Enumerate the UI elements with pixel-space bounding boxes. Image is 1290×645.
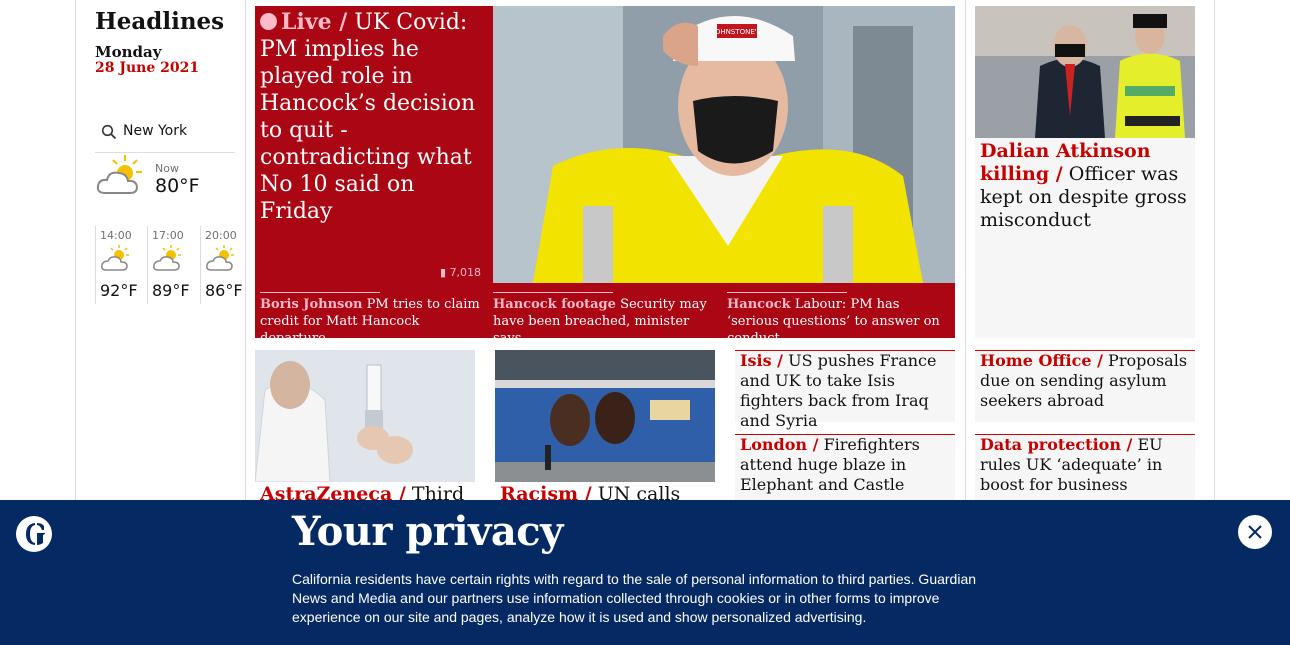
now-label: Now — [155, 162, 179, 175]
partly-cloudy-icon — [153, 245, 181, 271]
date-label: 28 June 2021 — [95, 60, 200, 76]
forecast-temperature: 92°F — [100, 281, 138, 300]
story-photo[interactable] — [975, 6, 1195, 138]
story-headline-link[interactable]: Racism / UN calls for — [500, 483, 710, 500]
comment-count[interactable]: ▮ 7,018 — [440, 266, 481, 279]
sub-headline-text: Hancock Labour: PM has ‘serious question… — [727, 296, 947, 347]
location-search[interactable]: New York — [95, 118, 235, 153]
forecast-time: 17:00 — [152, 229, 184, 242]
story-headline-link[interactable]: Isis / US pushes France and UK to take I… — [740, 351, 952, 431]
story-kicker: AstraZeneca / — [260, 483, 406, 500]
location-name[interactable]: New York — [123, 123, 187, 139]
story-kicker: London / — [740, 435, 819, 454]
forecast-temperature: 89°F — [152, 281, 190, 300]
close-icon — [1248, 525, 1262, 539]
hero-photo[interactable]: JOHNSTONE'S — [493, 6, 955, 283]
sub-headline-text: Boris Johnson PM tries to claim credit f… — [260, 296, 480, 347]
search-icon — [101, 124, 117, 140]
story-photo[interactable] — [255, 350, 475, 482]
story-kicker: Racism / — [500, 483, 592, 500]
forecast-item: 17:00 89°F — [147, 226, 198, 304]
story-kicker: Data protection / — [980, 435, 1133, 454]
close-button[interactable] — [1238, 515, 1272, 549]
sub-kicker: Hancock footage — [493, 297, 616, 312]
forecast-temperature: 86°F — [205, 281, 243, 300]
sub-headline-text: Hancock footage Security may have been b… — [493, 296, 713, 347]
comment-count-value: 7,018 — [449, 266, 482, 279]
sub-divider — [727, 292, 847, 293]
forecast-time: 20:00 — [205, 229, 237, 242]
forecast-time: 14:00 — [100, 229, 132, 242]
live-kicker: Live / — [281, 9, 348, 35]
privacy-banner: Your privacy California residents have c… — [0, 500, 1290, 645]
partly-cloudy-icon — [96, 155, 142, 194]
story-headline-link[interactable]: Dalian Atkinson killing / Officer was ke… — [980, 140, 1190, 232]
story-photo[interactable] — [495, 350, 715, 482]
story-headline-link[interactable]: AstraZeneca / Third — [260, 483, 470, 500]
now-temperature: 80°F — [155, 175, 200, 197]
story-headline-link[interactable]: London / Firefighters attend huge blaze … — [740, 435, 952, 495]
story-kicker: Home Office / — [980, 351, 1103, 370]
comment-icon: ▮ — [440, 266, 447, 279]
live-headline: UK Covid: PM implies he played role in H… — [260, 10, 476, 224]
forecast-item: 14:00 92°F — [95, 226, 146, 304]
live-headline-link[interactable]: Live / UK Covid: PM implies he played ro… — [260, 9, 490, 225]
sub-kicker: Boris Johnson — [260, 297, 363, 312]
story-headline-link[interactable]: Home Office / Proposals due on sending a… — [980, 351, 1192, 411]
partly-cloudy-icon — [206, 245, 234, 271]
story-kicker: Isis / — [740, 351, 783, 370]
day-label: Monday — [95, 43, 162, 61]
live-dot-icon — [260, 13, 277, 30]
guardian-logo-icon — [16, 516, 52, 552]
privacy-title: Your privacy — [292, 508, 563, 555]
helmet-badge-text: JOHNSTONE'S — [712, 28, 762, 36]
sub-divider — [493, 292, 613, 293]
sub-divider — [260, 292, 380, 293]
partly-cloudy-icon — [101, 245, 129, 271]
story-headline: Third — [411, 483, 465, 500]
section-title: Headlines — [95, 8, 225, 35]
forecast-item: 20:00 86°F — [200, 226, 251, 304]
sub-kicker: Hancock — [727, 297, 791, 312]
privacy-body: California residents have certain rights… — [292, 571, 977, 625]
story-headline-link[interactable]: Data protection / EU rules UK ‘adequate’… — [980, 435, 1192, 495]
